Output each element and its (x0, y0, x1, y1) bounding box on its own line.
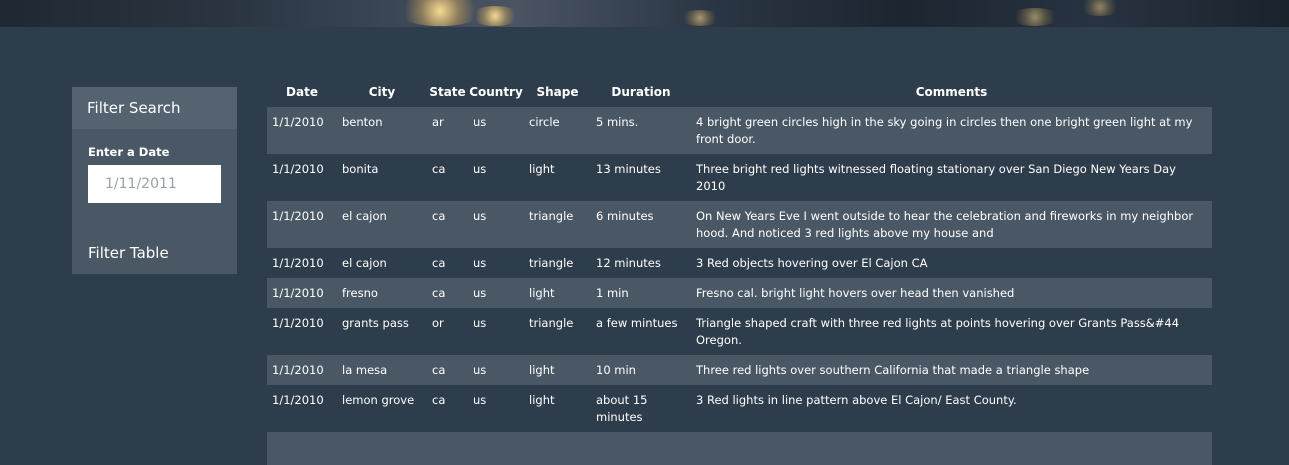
cell-city: fresno (337, 278, 427, 308)
cell-partial (267, 432, 1212, 465)
column-header-city: City (368, 85, 396, 99)
cell-comments: 3 Red lights in line pattern above El Ca… (691, 385, 1212, 432)
cell-city: el cajon (337, 248, 427, 278)
cell-state: ca (427, 154, 468, 201)
table-row: 1/1/2010 lemon grove ca us light about 1… (267, 385, 1212, 432)
table-header: Date City State Country Shape Duration C… (267, 77, 1212, 107)
cell-comments: Triangle shaped craft with three red lig… (691, 308, 1212, 355)
cell-date: 1/1/2010 (267, 248, 337, 278)
cell-shape: light (524, 355, 591, 385)
table-row: 1/1/2010 bonita ca us light 13 minutes T… (267, 154, 1212, 201)
table-row: 1/1/2010 la mesa ca us light 10 min Thre… (267, 355, 1212, 385)
cell-duration: 5 mins. (591, 107, 691, 154)
header-banner-image (0, 0, 1289, 27)
cell-country: us (468, 385, 524, 432)
cell-city: benton (337, 107, 427, 154)
table-header-row: Date City State Country Shape Duration C… (267, 77, 1212, 107)
filter-search-panel: Filter Search Enter a Date Filter Table (72, 87, 237, 274)
cell-comments: 4 bright green circles high in the sky g… (691, 107, 1212, 154)
filter-search-title: Filter Search (72, 87, 237, 129)
column-header-date: Date (286, 85, 318, 99)
cell-state: ca (427, 201, 468, 248)
column-header-shape: Shape (536, 85, 579, 99)
cell-date: 1/1/2010 (267, 107, 337, 154)
table-row: 1/1/2010 benton ar us circle 5 mins. 4 b… (267, 107, 1212, 154)
cell-comments: Three red lights over southern Californi… (691, 355, 1212, 385)
cell-state: ar (427, 107, 468, 154)
cell-date: 1/1/2010 (267, 201, 337, 248)
cell-duration: 10 min (591, 355, 691, 385)
column-header-state: State (429, 85, 466, 99)
column-header-comments: Comments (915, 85, 988, 99)
cell-date: 1/1/2010 (267, 154, 337, 201)
cell-country: us (468, 355, 524, 385)
table-row: 1/1/2010 fresno ca us light 1 min Fresno… (267, 278, 1212, 308)
cell-shape: circle (524, 107, 591, 154)
ufo-sightings-table-container: Date City State Country Shape Duration C… (267, 77, 1212, 465)
cell-city: la mesa (337, 355, 427, 385)
table-body: 1/1/2010 benton ar us circle 5 mins. 4 b… (267, 107, 1212, 465)
cell-date: 1/1/2010 (267, 308, 337, 355)
cell-state: or (427, 308, 468, 355)
cell-duration: about 15 minutes (591, 385, 691, 432)
cell-country: us (468, 248, 524, 278)
column-header-duration: Duration (611, 85, 671, 99)
cell-duration: 1 min (591, 278, 691, 308)
cell-state: ca (427, 355, 468, 385)
table-row-partial (267, 432, 1212, 465)
cell-shape: light (524, 154, 591, 201)
cell-comments: Three bright red lights witnessed floati… (691, 154, 1212, 201)
cell-state: ca (427, 385, 468, 432)
cell-state: ca (427, 278, 468, 308)
cell-duration: 6 minutes (591, 201, 691, 248)
cell-shape: light (524, 278, 591, 308)
cell-city: grants pass (337, 308, 427, 355)
cell-date: 1/1/2010 (267, 385, 337, 432)
cell-comments: On New Years Eve I went outside to hear … (691, 201, 1212, 248)
cell-comments: 3 Red objects hovering over El Cajon CA (691, 248, 1212, 278)
cell-country: us (468, 278, 524, 308)
cell-country: us (468, 308, 524, 355)
cell-duration: 13 minutes (591, 154, 691, 201)
cell-city: bonita (337, 154, 427, 201)
date-input[interactable] (88, 165, 221, 203)
column-header-country: Country (469, 85, 523, 99)
cell-shape: triangle (524, 248, 591, 278)
cell-comments: Fresno cal. bright light hovers over hea… (691, 278, 1212, 308)
cell-country: us (468, 154, 524, 201)
cell-shape: triangle (524, 308, 591, 355)
cell-country: us (468, 107, 524, 154)
date-input-label: Enter a Date (88, 145, 170, 159)
cell-date: 1/1/2010 (267, 278, 337, 308)
cell-state: ca (427, 248, 468, 278)
cell-country: us (468, 201, 524, 248)
cell-shape: triangle (524, 201, 591, 248)
cell-city: lemon grove (337, 385, 427, 432)
cell-shape: light (524, 385, 591, 432)
filter-table-button[interactable]: Filter Table (88, 244, 169, 262)
table-row: 1/1/2010 el cajon ca us triangle 12 minu… (267, 248, 1212, 278)
cell-duration: 12 minutes (591, 248, 691, 278)
table-row: 1/1/2010 grants pass or us triangle a fe… (267, 308, 1212, 355)
table-row: 1/1/2010 el cajon ca us triangle 6 minut… (267, 201, 1212, 248)
ufo-sightings-table: Date City State Country Shape Duration C… (267, 77, 1212, 465)
cell-duration: a few mintues (591, 308, 691, 355)
cell-city: el cajon (337, 201, 427, 248)
cell-date: 1/1/2010 (267, 355, 337, 385)
